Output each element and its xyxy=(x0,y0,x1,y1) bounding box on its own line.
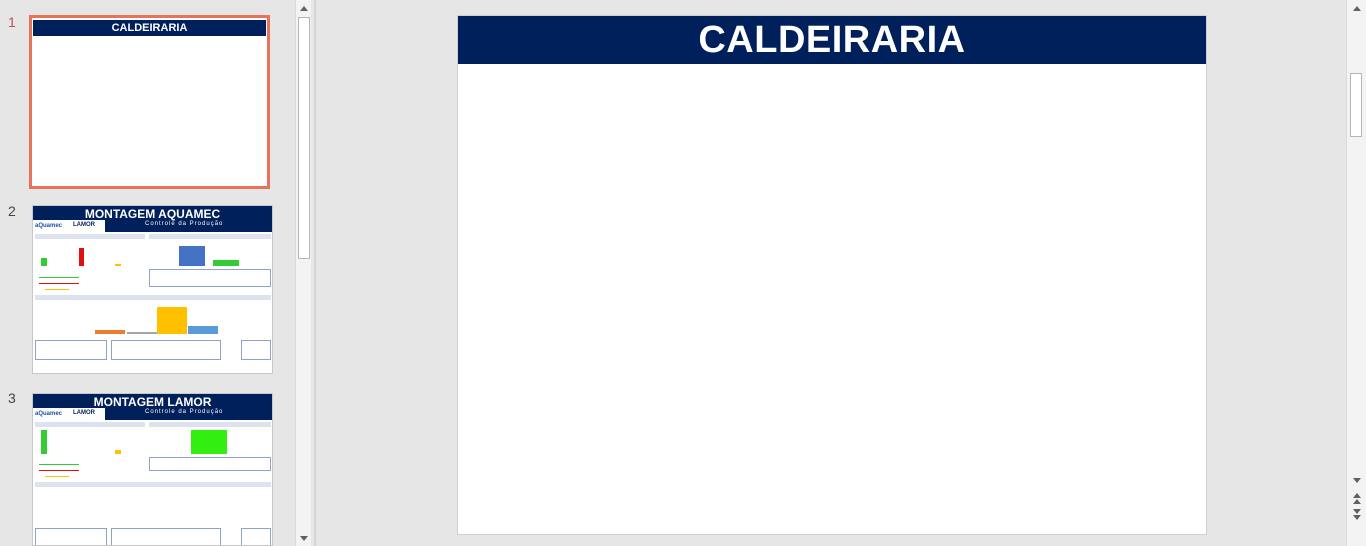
mini-bar xyxy=(95,330,125,334)
slide-number-2: 2 xyxy=(8,203,16,219)
mini-table xyxy=(35,528,107,545)
pane-splitter[interactable] xyxy=(314,0,316,546)
thumbnail-title-text: MONTAGEM LAMOR xyxy=(93,395,212,409)
mini-bar xyxy=(127,332,157,334)
previous-slide-button[interactable] xyxy=(1349,490,1364,506)
mini-bar xyxy=(213,260,239,266)
double-up-icon xyxy=(1352,492,1361,504)
triangle-up-icon xyxy=(1352,5,1361,11)
slide-title[interactable]: CALDEIRARIA xyxy=(698,19,965,62)
mini-bar xyxy=(157,307,187,334)
mini-bar xyxy=(115,264,121,266)
thumbnail-subtitle: Controle da Produção xyxy=(145,221,224,227)
scrollbar-thumb[interactable] xyxy=(1350,73,1362,137)
mini-bar xyxy=(115,450,121,454)
mini-legend xyxy=(45,476,69,477)
mini-table xyxy=(149,269,271,287)
presentation-editor: 1 CALDEIRARIA 2 MONTAGEM AQUAMEC Control… xyxy=(0,0,1366,546)
mini-legend xyxy=(45,289,69,290)
mini-header xyxy=(35,482,271,487)
slide-title-bar: CALDEIRARIA xyxy=(458,16,1206,64)
lamor-logo: LAMOR xyxy=(73,222,95,228)
mini-bar xyxy=(41,258,47,266)
scrollbar-thumb[interactable] xyxy=(298,17,310,259)
scroll-up-button[interactable] xyxy=(296,0,311,16)
mini-legend xyxy=(39,283,79,284)
mini-table xyxy=(111,528,221,545)
aquamec-logo: aQuamec xyxy=(35,223,63,229)
mini-header xyxy=(35,422,145,427)
thumbnail-scrollbar[interactable] xyxy=(295,0,311,546)
mini-table xyxy=(35,340,107,360)
mini-legend xyxy=(39,470,79,471)
thumbnail-title: CALDEIRARIA xyxy=(33,20,266,36)
next-slide-button[interactable] xyxy=(1349,506,1364,522)
mini-table xyxy=(149,457,271,471)
lamor-logo: LAMOR xyxy=(73,410,95,416)
mini-header xyxy=(35,295,271,300)
thumbnail-subtitle: Controle da Produção xyxy=(145,409,224,415)
mini-bar xyxy=(188,326,218,334)
logo-strip: aQuamec LAMOR xyxy=(33,408,105,420)
double-down-icon xyxy=(1352,508,1361,520)
mini-table xyxy=(241,528,271,545)
slide-thumbnail-2[interactable]: MONTAGEM AQUAMEC Controle da Produção aQ… xyxy=(32,205,273,374)
triangle-down-icon xyxy=(1352,477,1361,483)
triangle-down-icon xyxy=(299,535,308,541)
mini-bar xyxy=(191,430,227,454)
mini-legend xyxy=(39,277,79,278)
slide-canvas[interactable]: CALDEIRARIA xyxy=(457,15,1207,535)
thumbnail-title-text: MONTAGEM AQUAMEC xyxy=(84,207,221,221)
logo-strip: aQuamec LAMOR xyxy=(33,220,105,232)
slide-thumbnail-3[interactable]: MONTAGEM LAMOR Controle da Produção aQua… xyxy=(32,393,273,546)
slide-thumbnail-1[interactable]: CALDEIRARIA xyxy=(29,15,270,189)
mini-header xyxy=(149,422,271,427)
slide-thumbnail-pane: 1 CALDEIRARIA 2 MONTAGEM AQUAMEC Control… xyxy=(0,0,293,546)
slide-number-3: 3 xyxy=(8,390,16,406)
slide-number-1: 1 xyxy=(8,14,16,30)
mini-header xyxy=(149,234,271,239)
scroll-down-button[interactable] xyxy=(296,530,311,546)
mini-table xyxy=(241,340,271,360)
triangle-up-icon xyxy=(299,5,308,11)
mini-bar xyxy=(41,430,47,454)
mini-table xyxy=(111,340,221,360)
mini-legend xyxy=(39,464,79,465)
mini-bar xyxy=(179,246,205,266)
mini-header xyxy=(35,234,145,239)
aquamec-logo: aQuamec xyxy=(35,411,63,417)
scroll-up-button[interactable] xyxy=(1349,0,1364,16)
scroll-down-button[interactable] xyxy=(1349,472,1364,488)
slide-scrollbar[interactable] xyxy=(1346,0,1366,546)
mini-bar xyxy=(79,248,84,266)
